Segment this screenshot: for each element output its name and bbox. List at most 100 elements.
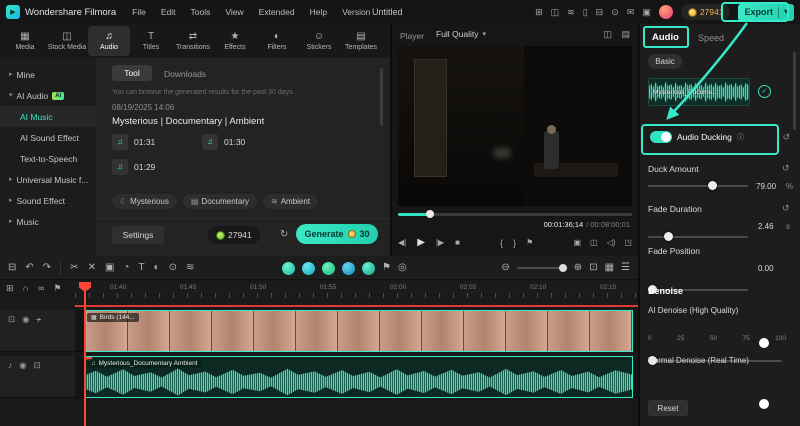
- sidebar-item-ai-audio[interactable]: ▾ AI Audio AI: [0, 85, 96, 106]
- crop-icon[interactable]: ▣: [105, 263, 114, 273]
- magnet-icon[interactable]: ∩: [23, 284, 29, 293]
- tab-tool[interactable]: Tool: [112, 65, 152, 81]
- fade-duration-slider[interactable]: [648, 231, 748, 242]
- slider-handle[interactable]: [664, 232, 673, 241]
- text-tool-icon[interactable]: T: [138, 263, 144, 273]
- menu-edit[interactable]: Edit: [161, 7, 176, 17]
- tag-mysterious[interactable]: ☾ Mysterious: [112, 194, 177, 209]
- previous-frame-icon[interactable]: ◀|: [398, 239, 406, 247]
- sidebar-item-text-to-speech[interactable]: Text-to-Speech: [0, 148, 96, 169]
- speed-icon[interactable]: ◔: [123, 263, 129, 273]
- ai-tool-icon[interactable]: [302, 261, 315, 275]
- reset-fade-duration-icon[interactable]: ↺: [782, 204, 790, 213]
- message-icon[interactable]: ✉: [627, 7, 635, 17]
- plugin-icon[interactable]: ⊟: [596, 7, 604, 17]
- tab-titles[interactable]: T Titles: [130, 26, 172, 56]
- sidebar-item-sound-effect[interactable]: ▸ Sound Effect: [0, 190, 96, 211]
- account-avatar[interactable]: [658, 5, 673, 19]
- snapshot-icon[interactable]: ▣: [573, 239, 581, 247]
- ai-tool-icon[interactable]: [342, 261, 355, 275]
- link-icon[interactable]: ∞: [38, 284, 44, 293]
- sidebar-item-universal-music[interactable]: ▸ Universal Music f...: [0, 169, 96, 190]
- split-icon[interactable]: ✂: [70, 263, 78, 273]
- playback-progress[interactable]: [398, 210, 632, 218]
- sidebar-item-ai-music[interactable]: AI Music: [0, 106, 96, 127]
- fit-timeline-icon[interactable]: ⊡: [589, 263, 597, 273]
- menu-version[interactable]: Version: [342, 7, 370, 17]
- stop-icon[interactable]: ■: [455, 239, 460, 247]
- track-select-icon[interactable]: ⊟: [8, 263, 16, 273]
- reset-duck-amount-icon[interactable]: ↺: [782, 164, 790, 173]
- slider-handle[interactable]: [558, 264, 567, 272]
- preview-split-icon[interactable]: ◫: [603, 30, 612, 39]
- ai-tool-icon[interactable]: [362, 261, 375, 275]
- music-clip-item[interactable]: ♫ 01:29: [112, 159, 155, 175]
- hide-track-icon[interactable]: ◉: [19, 361, 26, 370]
- hide-track-icon[interactable]: ◉: [22, 315, 29, 324]
- library-scrollbar[interactable]: [380, 68, 383, 126]
- tag-documentary[interactable]: ▤ Documentary: [182, 194, 257, 209]
- tag-ambient[interactable]: ≋ Ambient: [263, 194, 319, 209]
- music-clip-item[interactable]: ♫ 01:30: [202, 134, 245, 150]
- basic-section-button[interactable]: Basic: [648, 54, 682, 69]
- play-icon[interactable]: ▶: [417, 238, 425, 248]
- mute-track-icon[interactable]: ♪: [8, 361, 12, 370]
- coin-balance[interactable]: 27941: [680, 4, 731, 20]
- video-clip[interactable]: ▦ Birds (144...: [84, 310, 633, 352]
- info-icon[interactable]: ⓘ: [737, 134, 744, 141]
- gift-icon[interactable]: ⊙: [611, 7, 619, 17]
- menu-help[interactable]: Help: [310, 7, 327, 17]
- playhead-line[interactable]: [84, 282, 86, 426]
- redo-icon[interactable]: ↷: [43, 263, 51, 273]
- add-track-icon[interactable]: ⊞: [6, 284, 14, 293]
- keyframe-icon[interactable]: ⊙: [169, 263, 177, 273]
- mark-out-icon[interactable]: }: [513, 238, 516, 248]
- fullscreen-icon[interactable]: ◳: [624, 239, 632, 247]
- tab-effects[interactable]: ★ Effects: [214, 26, 256, 56]
- tab-downloads[interactable]: Downloads: [164, 69, 206, 79]
- progress-handle[interactable]: [426, 210, 435, 218]
- settings-button[interactable]: Settings: [112, 226, 164, 244]
- ai-tool-icon[interactable]: [322, 261, 335, 275]
- properties-scrollbar[interactable]: [793, 52, 796, 130]
- track-height-icon[interactable]: ▦: [605, 263, 614, 273]
- video-track-header[interactable]: ⊡ ◉ ♪: [0, 310, 75, 352]
- mute-track-icon[interactable]: ♪: [37, 315, 41, 324]
- zoom-slider[interactable]: [516, 263, 567, 273]
- zoom-in-icon[interactable]: ⊕: [574, 263, 582, 273]
- tab-stock-media[interactable]: ◫ Stock Media: [46, 26, 88, 56]
- selected-audio-clip[interactable]: Mysterious_Docume...: [648, 78, 750, 106]
- lock-track-icon[interactable]: ⊡: [34, 361, 41, 370]
- render-preview-icon[interactable]: ≋: [186, 263, 194, 273]
- sidebar-item-mine[interactable]: ▸ Mine: [0, 64, 96, 85]
- voiceover-mic-icon[interactable]: ◎: [398, 263, 407, 273]
- audio-track-header[interactable]: ♪ ◉ ⊡: [0, 356, 75, 398]
- refresh-icon[interactable]: ↻: [280, 230, 288, 240]
- mark-in-icon[interactable]: {: [500, 238, 503, 248]
- timeline-ruler[interactable]: 01:40 01:45 01:50 01:55 02:00 02:05 02:1…: [75, 282, 638, 298]
- ai-tool-icon[interactable]: [282, 261, 295, 275]
- duck-amount-slider[interactable]: [648, 180, 748, 191]
- slider-handle[interactable]: [708, 181, 717, 190]
- video-preview[interactable]: [398, 46, 632, 206]
- device-icon[interactable]: ▯: [583, 7, 588, 17]
- generate-button[interactable]: Generate 30: [296, 224, 378, 244]
- audio-clip[interactable]: ♫ Mysterious_Documentary Ambient: [84, 356, 633, 398]
- marker-icon[interactable]: ⚑: [53, 284, 61, 293]
- menu-tools[interactable]: Tools: [191, 7, 211, 17]
- export-button[interactable]: Export ▾: [738, 3, 794, 21]
- marker-icon[interactable]: ⚑: [382, 263, 391, 273]
- layout-icon[interactable]: ⊞: [535, 7, 543, 17]
- reset-ducking-icon[interactable]: ↺: [782, 132, 790, 142]
- lock-track-icon[interactable]: ⊡: [8, 315, 15, 324]
- marker-icon[interactable]: ⚑: [526, 239, 533, 247]
- screen-record-icon[interactable]: ▣: [642, 7, 651, 17]
- reset-button[interactable]: Reset: [648, 400, 688, 416]
- next-frame-icon[interactable]: |▶: [436, 239, 444, 247]
- tab-templates[interactable]: ▤ Templates: [340, 26, 382, 56]
- music-clip-item[interactable]: ♫ 01:31: [112, 134, 155, 150]
- menu-file[interactable]: File: [132, 7, 146, 17]
- menu-extended[interactable]: Extended: [259, 7, 295, 17]
- tab-audio-properties[interactable]: Audio: [652, 32, 679, 43]
- cloud-icon[interactable]: ≋: [567, 7, 575, 17]
